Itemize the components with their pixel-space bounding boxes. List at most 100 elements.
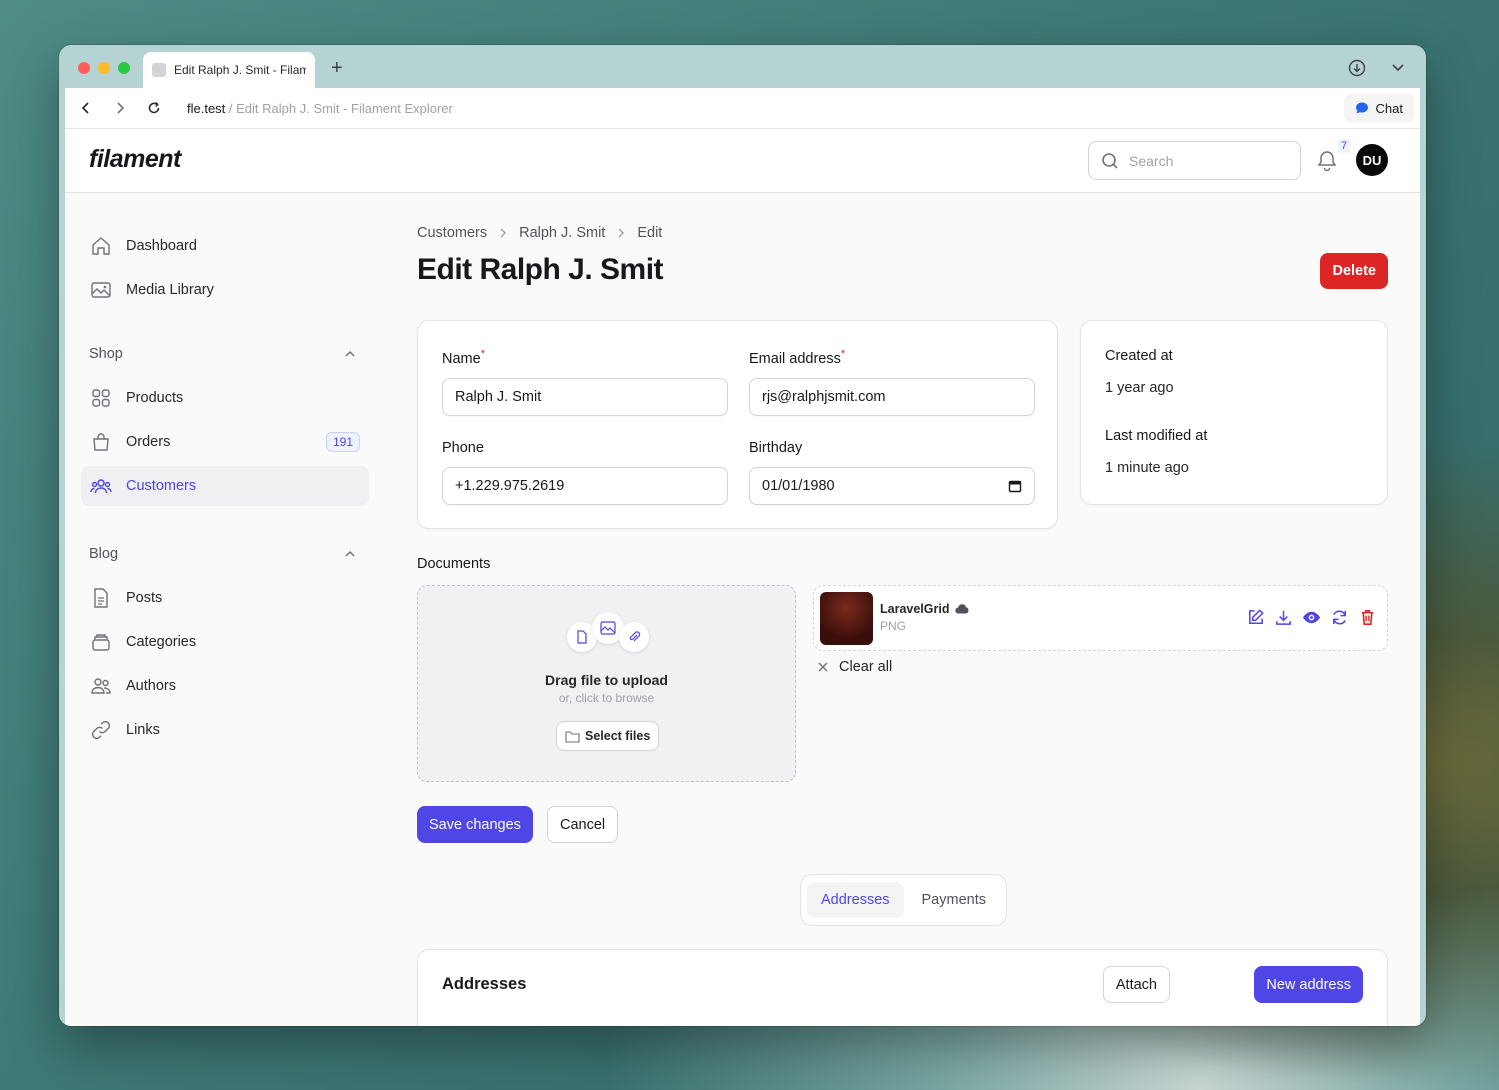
tab-title: Edit Ralph J. Smit - Filament Explorer — [174, 63, 306, 77]
close-icon — [818, 662, 828, 672]
sidebar-item-links[interactable]: Links — [81, 710, 369, 750]
url-field[interactable]: fle.test / Edit Ralph J. Smit - Filament… — [187, 101, 453, 116]
chevron-up-icon[interactable] — [343, 347, 357, 361]
documents-label: Documents — [417, 556, 491, 572]
new-address-button[interactable]: New address — [1254, 966, 1363, 1003]
sidebar: Dashboard Media Library Shop Products Or… — [81, 193, 371, 754]
modified-at-value: 1 minute ago — [1105, 460, 1189, 476]
window-controls — [78, 62, 130, 74]
favicon-icon — [152, 63, 166, 77]
customer-form-card: Name* Ralph J. Smit Email address* rjs@r… — [417, 320, 1058, 529]
forward-button[interactable] — [103, 101, 137, 115]
new-tab-button[interactable]: + — [331, 57, 343, 80]
sidebar-item-label: Customers — [126, 478, 197, 494]
back-button[interactable] — [69, 101, 103, 115]
breadcrumb: Customers Ralph J. Smit Edit — [417, 225, 662, 241]
breadcrumb-customers[interactable]: Customers — [417, 225, 487, 241]
sidebar-group-label: Shop — [89, 346, 123, 362]
email-input[interactable]: rjs@ralphjsmit.com — [749, 377, 1035, 416]
sidebar-item-label: Authors — [126, 678, 176, 694]
file-dropzone[interactable]: Drag file to upload or, click to browse … — [417, 585, 796, 782]
sidebar-item-dashboard[interactable]: Dashboard — [81, 226, 369, 266]
brand-logo[interactable]: filament — [89, 145, 181, 174]
url-host: fle.test — [187, 100, 226, 116]
tab-list-chevron-icon[interactable] — [1390, 59, 1406, 75]
sidebar-item-label: Links — [126, 722, 160, 738]
clear-all-button[interactable]: Clear all — [817, 659, 892, 675]
created-at-value: 1 year ago — [1105, 380, 1174, 396]
created-at-label: Created at — [1105, 348, 1173, 364]
tab-addresses[interactable]: Addresses — [807, 882, 904, 918]
sidebar-item-customers[interactable]: Customers — [81, 466, 369, 506]
phone-input[interactable]: +1.229.975.2619 — [442, 467, 728, 505]
calendar-icon[interactable] — [1008, 479, 1022, 493]
url-path: / Edit Ralph J. Smit - Filament Explorer — [225, 100, 453, 116]
eye-icon[interactable] — [1302, 608, 1321, 627]
attach-button[interactable]: Attach — [1102, 966, 1170, 1003]
select-files-button[interactable]: Select files — [556, 721, 660, 751]
chevron-right-icon — [117, 102, 125, 114]
chevron-up-icon[interactable] — [343, 547, 357, 561]
file-thumbnail[interactable] — [820, 592, 873, 645]
sidebar-group-blog[interactable]: Blog — [81, 534, 369, 574]
chevron-right-icon — [500, 228, 507, 238]
dropzone-title: Drag file to upload — [545, 672, 668, 688]
record-meta-card: Created at 1 year ago Last modified at 1… — [1080, 320, 1388, 505]
reload-button[interactable] — [137, 101, 171, 115]
download-icon[interactable] — [1274, 608, 1293, 627]
chevron-right-icon — [618, 228, 625, 238]
sidebar-group-shop[interactable]: Shop — [81, 334, 369, 374]
cancel-button[interactable]: Cancel — [547, 806, 619, 843]
sidebar-item-label: Dashboard — [126, 238, 197, 254]
global-search-input[interactable]: Search — [1088, 141, 1301, 180]
email-label: Email address* — [749, 348, 846, 367]
sidebar-item-label: Orders — [126, 434, 171, 450]
orders-count-badge: 191 — [325, 432, 360, 452]
download-icon[interactable] — [1348, 59, 1366, 77]
phone-field-group: Phone +1.229.975.2619 — [442, 440, 728, 505]
browser-tabbar: Edit Ralph J. Smit - Filament Explorer + — [59, 45, 1426, 88]
tab-payments[interactable]: Payments — [908, 882, 1000, 918]
breadcrumb-record[interactable]: Ralph J. Smit — [519, 225, 605, 241]
bell-icon[interactable] — [1317, 150, 1337, 172]
notification-count-badge: 7 — [1338, 139, 1351, 153]
paperclip-icon — [619, 622, 649, 652]
browser-tab[interactable]: Edit Ralph J. Smit - Filament Explorer — [143, 52, 315, 88]
sidebar-item-orders[interactable]: Orders 191 — [81, 422, 369, 462]
topbar: filament Search 7 DU — [65, 129, 1420, 193]
save-changes-button[interactable]: Save changes — [417, 806, 533, 843]
browser-window: Edit Ralph J. Smit - Filament Explorer +… — [59, 45, 1426, 1026]
close-window-button[interactable] — [78, 62, 90, 74]
sidebar-item-posts[interactable]: Posts — [81, 578, 369, 618]
birthday-field-group: Birthday 01/01/1980 — [749, 440, 1035, 505]
modified-at-label: Last modified at — [1105, 428, 1208, 444]
sidebar-item-products[interactable]: Products — [81, 378, 369, 418]
sidebar-item-authors[interactable]: Authors — [81, 666, 369, 706]
user-avatar[interactable]: DU — [1356, 144, 1388, 176]
name-input[interactable]: Ralph J. Smit — [442, 377, 728, 416]
app: filament Search 7 DU Dashboard Media Lib… — [65, 129, 1420, 1026]
link-icon — [91, 720, 111, 740]
sidebar-item-label: Media Library — [126, 282, 214, 298]
maximize-window-button[interactable] — [118, 62, 130, 74]
trash-icon[interactable] — [1358, 608, 1377, 627]
sidebar-item-media-library[interactable]: Media Library — [81, 270, 369, 310]
users-icon — [91, 678, 111, 694]
birthday-input[interactable]: 01/01/1980 — [749, 467, 1035, 505]
address-bar: fle.test / Edit Ralph J. Smit - Filament… — [65, 88, 1420, 129]
sidebar-group-label: Blog — [89, 546, 119, 562]
refresh-icon[interactable] — [1330, 608, 1349, 627]
edit-icon[interactable] — [1246, 608, 1265, 627]
chat-button[interactable]: Chat — [1343, 94, 1414, 122]
select-files-label: Select files — [585, 729, 651, 743]
chevron-left-icon — [81, 102, 89, 114]
minimize-window-button[interactable] — [98, 62, 110, 74]
home-icon — [92, 237, 110, 255]
archive-icon — [92, 634, 110, 651]
upload-icons — [564, 612, 652, 652]
sidebar-item-categories[interactable]: Categories — [81, 622, 369, 662]
sidebar-item-label: Categories — [126, 634, 197, 650]
name-field-group: Name* Ralph J. Smit — [442, 348, 728, 416]
users-icon — [90, 479, 112, 494]
delete-button[interactable]: Delete — [1320, 253, 1388, 289]
